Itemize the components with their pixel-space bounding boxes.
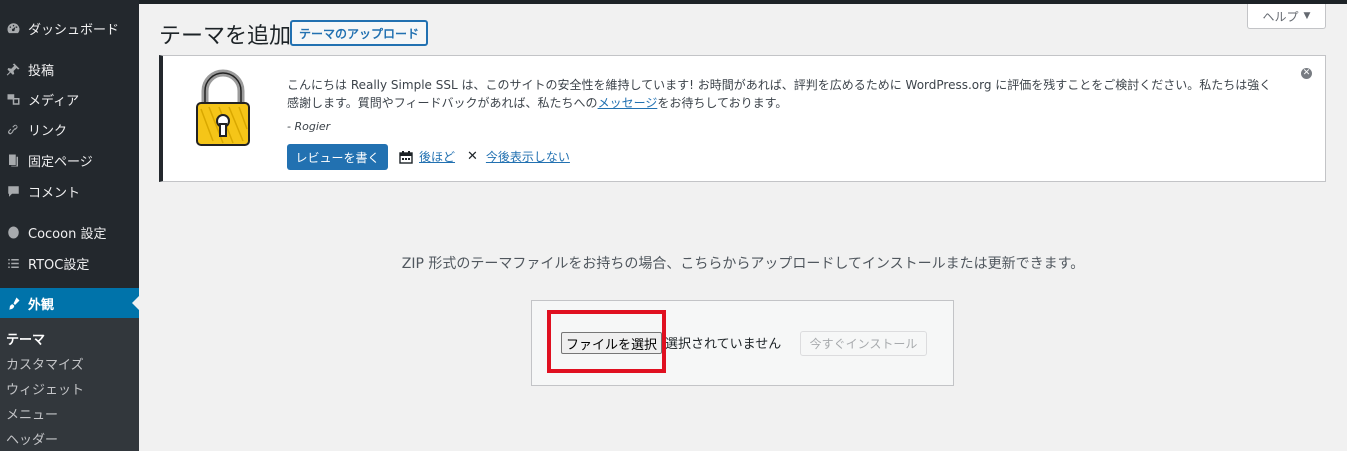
message-link[interactable]: メッセージ	[598, 96, 658, 110]
padlock-icon	[196, 69, 250, 146]
no-file-selected-text: 選択されていません	[665, 337, 782, 352]
sidebar-item-cocoon[interactable]: Cocoon 設定	[0, 217, 139, 247]
help-label: ヘルプ	[1262, 9, 1299, 24]
never-label: 今後表示しない	[485, 150, 570, 164]
sidebar-item-posts[interactable]: 投稿	[0, 54, 139, 84]
caret-down-icon: ▼	[1303, 11, 1311, 21]
media-icon	[5, 91, 21, 107]
submenu-header[interactable]: ヘッダー	[6, 429, 58, 448]
upload-description: ZIP 形式のテーマファイルをお持ちの場合、こちらからアップロードしてインストー…	[401, 256, 1085, 272]
list-icon	[5, 255, 21, 271]
link-icon	[5, 121, 21, 137]
page-icon	[5, 152, 21, 168]
sidebar-item-comments[interactable]: コメント	[0, 176, 139, 206]
write-review-button[interactable]: レビューを書く	[287, 144, 388, 170]
notice-signature: - Rogier	[287, 120, 331, 133]
sidebar-item-label: RTOC設定	[28, 257, 90, 273]
calendar-icon	[399, 150, 413, 164]
comment-icon	[5, 183, 21, 199]
sidebar-item-label: メディア	[28, 93, 80, 109]
sidebar-item-label: 固定ページ	[28, 154, 93, 170]
page-title: テーマを追加	[159, 24, 292, 49]
submenu-themes[interactable]: テーマ	[6, 329, 45, 348]
submenu-widgets[interactable]: ウィジェット	[6, 379, 84, 398]
top-bar-strip	[0, 0, 1347, 4]
pin-icon	[5, 61, 21, 77]
sidebar-item-label: 投稿	[28, 63, 55, 79]
sidebar-item-media[interactable]: メディア	[0, 84, 139, 114]
sidebar-item-label: Cocoon 設定	[28, 226, 107, 242]
upload-theme-button[interactable]: テーマのアップロード	[290, 20, 429, 46]
sidebar-item-dashboard[interactable]: ダッシュボード	[0, 13, 139, 43]
review-notice: こんにちは Really Simple SSL は、このサイトの安全性を維持して…	[159, 55, 1326, 182]
sidebar-item-label: 外観	[28, 297, 55, 313]
sidebar-item-label: ダッシュボード	[28, 22, 120, 38]
sidebar-item-appearance[interactable]: 外観	[0, 288, 139, 318]
notice-message: こんにちは Really Simple SSL は、このサイトの安全性を維持して…	[287, 76, 1277, 112]
dismiss-notice-icon[interactable]: ✕	[1301, 68, 1312, 79]
close-x-icon: ✕	[467, 149, 478, 164]
sidebar-item-pages[interactable]: 固定ページ	[0, 145, 139, 175]
choose-file-button[interactable]: ファイルを選択	[561, 332, 662, 354]
submenu-menus[interactable]: メニュー	[6, 404, 58, 423]
dashboard-icon	[5, 20, 21, 36]
later-label: 後ほど	[419, 150, 456, 164]
maybe-later-link[interactable]: 後ほど	[399, 148, 455, 165]
install-now-button: 今すぐインストール	[800, 331, 927, 356]
help-tab[interactable]: ヘルプ ▼	[1247, 4, 1326, 29]
sidebar-item-links[interactable]: リンク	[0, 114, 139, 144]
admin-sidebar: ダッシュボード 投稿 メディア リンク 固定ページ コメント Cocoon 設定…	[0, 0, 139, 451]
submenu-customize[interactable]: カスタマイズ	[6, 354, 84, 373]
sidebar-item-rtoc[interactable]: RTOC設定	[0, 248, 139, 278]
sidebar-item-label: コメント	[28, 185, 81, 201]
appearance-submenu: テーマ カスタマイズ ウィジェット メニュー ヘッダー	[0, 318, 139, 451]
appearance-icon	[5, 295, 21, 311]
notice-text-end: をお待ちしております。	[657, 96, 788, 110]
dont-show-again-link[interactable]: ✕ 今後表示しない	[467, 148, 570, 165]
cocoon-icon	[5, 224, 21, 240]
sidebar-item-label: リンク	[28, 123, 68, 139]
